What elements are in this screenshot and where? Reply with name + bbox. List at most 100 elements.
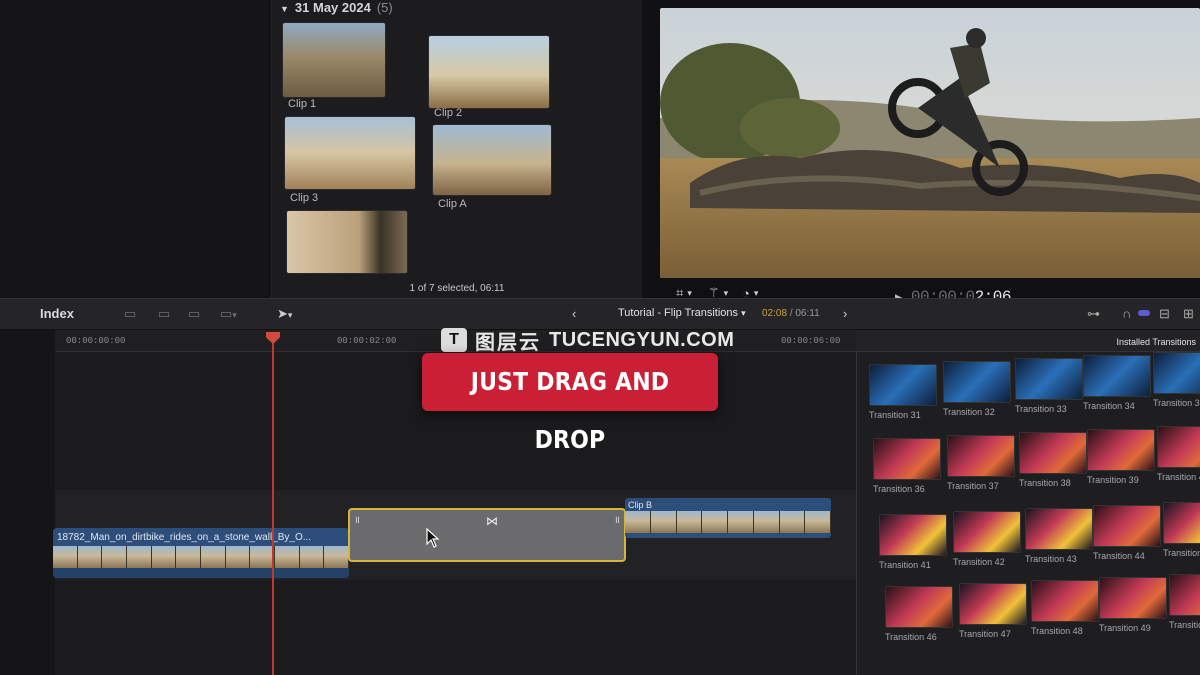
transition-label: Transition 42 [953, 557, 1005, 567]
transition-label: Transition 40 [1157, 472, 1200, 482]
transition-item[interactable]: Transition 34 [1083, 355, 1151, 411]
transition-item[interactable]: Transition 45 [1163, 502, 1200, 558]
transition-thumbnail [1087, 429, 1155, 471]
clip-image [432, 124, 552, 196]
left-handle-icon[interactable]: ॥ [354, 512, 360, 526]
selection-status: 1 of 7 selected, 06:11 [409, 283, 505, 294]
transition-item[interactable]: Transition 47 [959, 583, 1027, 639]
watermark-en: TUCENGYUN.COM [549, 328, 735, 351]
transition-thumbnail [1153, 352, 1200, 394]
banner-text: JUST DRAG AND DROP [470, 367, 670, 454]
disclosure-triangle-icon[interactable]: ▼ [280, 4, 289, 14]
transition-thumbnail [953, 511, 1021, 553]
append-clip-icon[interactable]: ▭ [188, 306, 200, 322]
transition-label: Transition 50 [1169, 620, 1200, 630]
timeline-clip-a[interactable]: 18782_Man_on_dirtbike_rides_on_a_stone_w… [53, 528, 349, 578]
mouse-pointer-icon [426, 528, 440, 548]
transition-thumbnail [947, 435, 1015, 477]
transition-thumbnail [869, 364, 937, 406]
snapping-icon[interactable]: ⊟ [1159, 306, 1170, 322]
ruler-timecode: 00:00:06:00 [781, 336, 841, 346]
transition-item[interactable]: Transition 44 [1093, 505, 1161, 561]
transition-item[interactable]: Transition 39 [1087, 429, 1155, 485]
transition-thumbnail [1163, 502, 1200, 544]
transition-thumbnail [1015, 358, 1083, 400]
transition-thumbnail [1093, 505, 1161, 547]
transition-label: Transition 37 [947, 481, 999, 491]
clip-image [286, 210, 408, 274]
browser-toggle-icon[interactable]: ⊞ [1183, 306, 1194, 322]
clip-count: (5) [376, 0, 393, 15]
clip-thumbnail[interactable]: Clip A [432, 124, 552, 210]
transition-thumbnail [1031, 580, 1099, 622]
audio-waveform [53, 568, 349, 578]
timeline-clip-b[interactable]: Clip B [625, 498, 831, 538]
transition-thumbnail [1025, 508, 1093, 550]
transition-label: Transition 41 [879, 560, 931, 570]
history-back-button[interactable]: ‹ [572, 306, 576, 321]
chevron-down-icon: ▾ [753, 287, 759, 298]
clip-thumbnail[interactable] [286, 210, 408, 274]
transition-label: Transition 49 [1099, 623, 1151, 633]
connect-clip-icon[interactable]: ▭ [124, 306, 136, 322]
clip-thumbnail[interactable]: Clip 3 [284, 116, 416, 204]
playhead[interactable] [272, 332, 274, 675]
chevron-down-icon: ▾ [723, 287, 729, 298]
dirtbike-scene-image [660, 8, 1200, 278]
watermark-cn: 图层云 [475, 331, 541, 354]
history-forward-button[interactable]: › [843, 306, 847, 321]
skimming-icon[interactable]: ⊶ [1087, 306, 1100, 322]
filmstrip [625, 511, 831, 533]
transition-label: Transition 39 [1087, 475, 1139, 485]
clip-label: Clip 1 [288, 98, 317, 110]
solo-toggle[interactable] [1138, 310, 1150, 316]
transition-item[interactable]: Transition 49 [1099, 577, 1167, 633]
transition-label: Transition 38 [1019, 478, 1071, 488]
transition-item[interactable]: Transition 43 [1025, 508, 1093, 564]
select-tool-icon[interactable]: ➤▾ [277, 306, 292, 322]
transition-item[interactable]: Transition 35 [1153, 352, 1200, 408]
audio-skimming-icon[interactable]: ∩ [1122, 306, 1131, 321]
transition-item[interactable]: Transition 50 [1169, 574, 1200, 630]
right-handle-icon[interactable]: ॥ [614, 512, 620, 526]
transition-item[interactable]: Transition 46 [885, 586, 953, 642]
transition-label: Transition 47 [959, 629, 1011, 639]
transition-item[interactable]: Transition 41 [879, 514, 947, 570]
transition-item[interactable]: Transition 36 [873, 438, 941, 494]
transition-item[interactable]: Transition 48 [1031, 580, 1099, 636]
ruler-timecode: 00:00:02:00 [337, 336, 397, 346]
transition-label: Transition 32 [943, 407, 995, 417]
library-sidebar [0, 0, 272, 298]
playhead-position: 02:08 [762, 308, 788, 319]
clip-image [284, 116, 416, 190]
transition-item[interactable]: Transition 32 [943, 361, 1011, 417]
transition-item[interactable]: Transition 40 [1157, 426, 1200, 482]
transition-thumbnail [1157, 426, 1200, 468]
transition-label: Transition 33 [1015, 404, 1067, 414]
transition-label: Transition 35 [1153, 398, 1200, 408]
clip-thumbnail[interactable]: Clip 1 [282, 22, 386, 110]
transition-item[interactable]: Transition 33 [1015, 358, 1083, 414]
transition-item[interactable]: Transition 42 [953, 511, 1021, 567]
date-group-header[interactable]: ▼ 31 May 2024 (5) [280, 0, 393, 15]
filmstrip [53, 546, 349, 568]
clip-image [282, 22, 386, 98]
clip-label: Clip 2 [434, 107, 463, 119]
viewer: ⌗▾ ⚚▾ ◔▾ ▶ 00:00:02:06 [642, 0, 1200, 306]
clip-image [428, 35, 550, 109]
clip-name: Clip B [628, 500, 653, 510]
project-title[interactable]: Tutorial - Flip Transitions ▾ [618, 307, 746, 319]
watermark-logo-icon: T [441, 328, 467, 352]
index-button[interactable]: Index [40, 306, 74, 321]
transition-label: Transition 46 [885, 632, 937, 642]
fcp-window: ▼ 31 May 2024 (5) Clip 1 Clip 2 Clip 3 Cli… [0, 0, 1200, 675]
transition-label: Transition 31 [869, 410, 921, 420]
transition-item[interactable]: Transition 37 [947, 435, 1015, 491]
transition-item[interactable]: Transition 31 [869, 364, 937, 420]
insert-clip-icon[interactable]: ▭ [158, 306, 170, 322]
clip-thumbnail[interactable]: Clip 2 [428, 35, 550, 119]
overwrite-clip-icon[interactable]: ▭▾ [220, 306, 237, 322]
transition-drop-zone[interactable]: ॥ ⋈ ॥ [348, 508, 626, 562]
transition-item[interactable]: Transition 38 [1019, 432, 1087, 488]
transition-label: Transition 43 [1025, 554, 1077, 564]
